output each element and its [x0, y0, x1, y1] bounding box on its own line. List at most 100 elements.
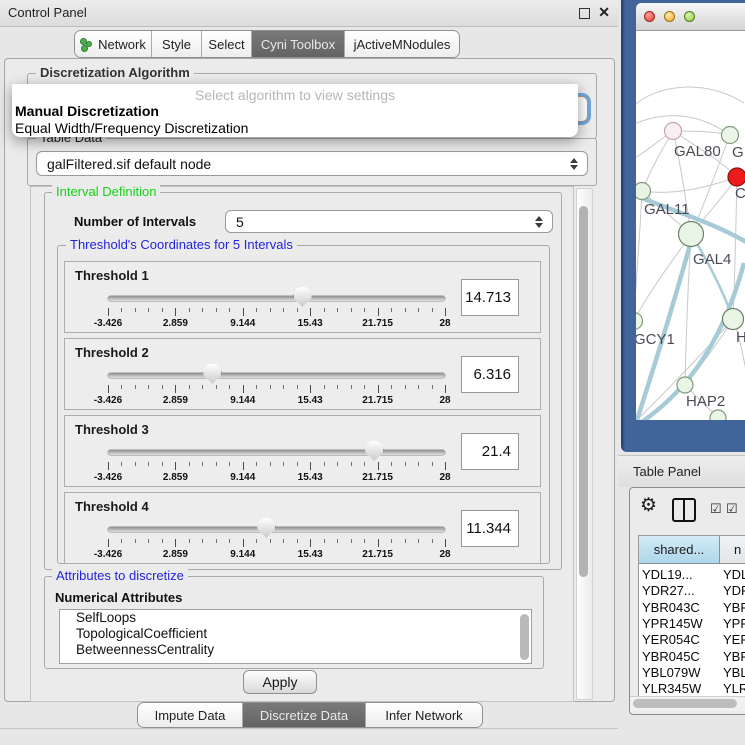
- network-node[interactable]: [636, 183, 651, 200]
- tab-discretize-data[interactable]: Discretize Data: [243, 703, 366, 727]
- network-node[interactable]: [710, 410, 726, 420]
- tab-jactivemnodules[interactable]: jActiveMNodules: [345, 31, 459, 57]
- slider-tick: [270, 462, 271, 466]
- cell-shared-name: YER054C: [642, 632, 700, 648]
- network-window-titlebar[interactable]: [636, 3, 745, 31]
- network-node[interactable]: [722, 127, 739, 144]
- network-node[interactable]: [677, 377, 693, 393]
- network-node[interactable]: [679, 222, 704, 247]
- tab-style[interactable]: Style: [152, 31, 202, 57]
- cell-name: YLR3: [723, 681, 745, 697]
- slider-tick: [256, 385, 257, 389]
- control-panel-tabs: Network Style Select Cyni Toolbox jActiv…: [74, 30, 460, 58]
- slider-track[interactable]: [108, 527, 445, 532]
- slider-tick: [337, 462, 338, 466]
- settings-scrollbar[interactable]: [576, 188, 593, 700]
- slider-tick: [270, 539, 271, 543]
- threshold-card: Threshold 1-3.4262.8599.14415.4321.71528: [64, 261, 541, 333]
- slider-tick: [324, 539, 325, 543]
- slider-tick: [405, 539, 406, 543]
- slider-tick: [445, 462, 446, 470]
- cyni-bottom-tabs: Impute Data Discretize Data Infer Networ…: [137, 702, 483, 728]
- network-node[interactable]: [665, 123, 682, 140]
- slider-thumb[interactable]: [365, 441, 383, 461]
- slider-tick: [243, 308, 244, 316]
- popup-item-equal-width[interactable]: Equal Width/Frequency Discretization: [15, 120, 248, 136]
- table-row[interactable]: YPR145WYPR1: [639, 616, 745, 632]
- number-of-intervals-spinner[interactable]: 5: [225, 210, 553, 233]
- attribute-list-item[interactable]: TopologicalCoefficient: [60, 626, 531, 642]
- slider-thumb[interactable]: [203, 364, 221, 384]
- threshold-value-input[interactable]: [461, 510, 519, 547]
- slider-tick: [364, 308, 365, 312]
- tab-cyni-toolbox[interactable]: Cyni Toolbox: [252, 31, 345, 57]
- slider-tick: [445, 385, 446, 393]
- cell-name: YDL1: [723, 567, 745, 583]
- checkbox-icon[interactable]: ☑: [710, 501, 722, 517]
- slider-track[interactable]: [108, 450, 445, 455]
- table-row[interactable]: YDL19...YDL1: [639, 567, 745, 583]
- attribute-list-item[interactable]: BetweennessCentrality: [60, 642, 531, 658]
- checkbox-icon[interactable]: ☑: [726, 501, 738, 517]
- slider-tick: [148, 462, 149, 466]
- tab-impute-data[interactable]: Impute Data: [138, 703, 243, 727]
- cell-shared-name: YPR145W: [642, 616, 703, 632]
- table-row[interactable]: YBR043CYBR0: [639, 600, 745, 616]
- thresholds-group-title: Threshold's Coordinates for 5 Intervals: [66, 238, 297, 251]
- slider-tick: [216, 308, 217, 312]
- slider-tick-label: -3.426: [94, 549, 122, 560]
- numerical-attributes-list[interactable]: SelfLoopsTopologicalCoefficientBetweenne…: [59, 609, 532, 664]
- hscrollbar-thumb[interactable]: [633, 699, 737, 708]
- table-row[interactable]: YBR045CYBR0: [639, 649, 745, 665]
- network-canvas[interactable]: GAL80GCGAL11GAL4GCY1HHAP2: [636, 31, 745, 420]
- table-hscrollbar[interactable]: [630, 696, 745, 711]
- minimize-window-icon[interactable]: [664, 11, 675, 22]
- network-edge: [691, 234, 733, 319]
- network-node[interactable]: [636, 313, 643, 330]
- popup-item-manual[interactable]: Manual Discretization: [15, 103, 159, 119]
- split-table-icon[interactable]: [672, 498, 696, 522]
- slider-track[interactable]: [108, 296, 445, 301]
- slider-thumb[interactable]: [257, 518, 275, 538]
- threshold-value-input[interactable]: [461, 433, 519, 470]
- algorithm-popup: Select algorithm to view settings Manual…: [12, 84, 578, 137]
- threshold-card: Threshold 2-3.4262.8599.14415.4321.71528: [64, 338, 541, 410]
- slider-tick: [391, 462, 392, 466]
- table-row[interactable]: YDR27...YDR2: [639, 583, 745, 599]
- slider-tick: [216, 462, 217, 466]
- slider-tick: [391, 308, 392, 312]
- slider-thumb[interactable]: [294, 287, 312, 307]
- node-table: shared... n YDL19...YDL1YDR27...YDR2YBR0…: [638, 535, 745, 696]
- slider-tick: [229, 385, 230, 389]
- tab-select[interactable]: Select: [202, 31, 252, 57]
- close-window-icon[interactable]: [644, 11, 655, 22]
- popup-hint[interactable]: Select algorithm to view settings: [12, 87, 578, 103]
- tab-network[interactable]: Network: [75, 31, 152, 57]
- slider-tick-label: 28: [439, 472, 450, 483]
- gear-icon[interactable]: ⚙: [640, 494, 657, 517]
- cell-shared-name: YBR045C: [642, 649, 700, 665]
- table-row[interactable]: YBL079WYBL0: [639, 665, 745, 681]
- threshold-value-input[interactable]: [461, 279, 519, 316]
- spinner-arrows-icon: [535, 216, 543, 228]
- float-window-icon[interactable]: [579, 8, 590, 19]
- attribute-list-item[interactable]: SelfLoops: [60, 610, 531, 626]
- network-node[interactable]: [723, 309, 744, 330]
- column-header-shared-name[interactable]: shared...: [639, 536, 720, 564]
- zoom-window-icon[interactable]: [684, 11, 695, 22]
- apply-button[interactable]: Apply: [243, 670, 317, 694]
- table-data-combo[interactable]: galFiltered.sif default node: [36, 151, 588, 176]
- tab-infer-network[interactable]: Infer Network: [366, 703, 482, 727]
- threshold-label: Threshold 3: [75, 422, 149, 437]
- column-header-name[interactable]: n: [720, 536, 745, 564]
- slider-track[interactable]: [108, 373, 445, 378]
- scrollbar-thumb[interactable]: [579, 206, 588, 577]
- network-node[interactable]: [728, 168, 745, 186]
- list-scrollbar-thumb[interactable]: [520, 614, 529, 660]
- table-row[interactable]: YLR345WYLR3: [639, 681, 745, 697]
- table-row[interactable]: YER054CYER0: [639, 632, 745, 648]
- threshold-value-input[interactable]: [461, 356, 519, 393]
- cell-shared-name: YDR27...: [642, 583, 695, 599]
- slider-tick: [108, 462, 109, 470]
- close-icon[interactable]: ✕: [598, 4, 610, 21]
